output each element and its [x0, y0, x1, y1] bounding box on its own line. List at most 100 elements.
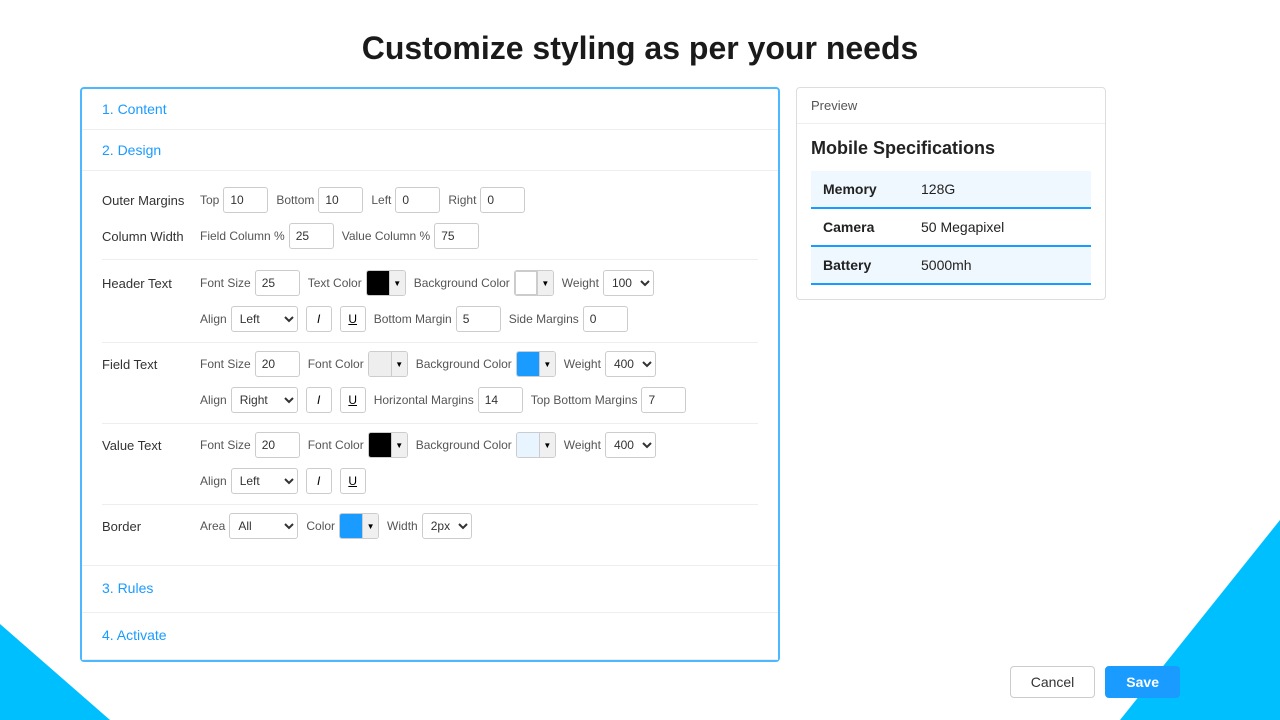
value-text-row1: Value Text Font Size Font Color ▼ Backgr… [102, 432, 758, 458]
field-weight-label: Weight [564, 357, 601, 371]
field-italic-button[interactable]: I [306, 387, 332, 413]
field-bgcolor-picker[interactable]: ▼ [516, 351, 556, 377]
field-fontcolor-swatch [369, 352, 391, 376]
section-rules[interactable]: 3. Rules [82, 566, 778, 613]
top-label: Top [200, 193, 219, 207]
value-align-select[interactable]: LeftCenterRight [231, 468, 298, 494]
header-underline-button[interactable]: U [340, 306, 366, 332]
field-col-label: Field Column % [200, 229, 285, 243]
value-bgcolor-picker[interactable]: ▼ [516, 432, 556, 458]
field-align-label: Align [200, 393, 227, 407]
header-textcolor-label: Text Color [308, 276, 362, 290]
cancel-button[interactable]: Cancel [1010, 666, 1096, 698]
header-text-row1: Header Text Font Size Text Color ▼ Backg… [102, 270, 758, 296]
header-fontsize-group: Font Size [200, 270, 300, 296]
value-col-group: Value Column % [342, 223, 480, 249]
value-italic-button[interactable]: I [306, 468, 332, 494]
value-fontsize-group: Font Size [200, 432, 300, 458]
border-area-select[interactable]: AllTopBottomLeftRight [229, 513, 298, 539]
field-bgcolor-group: Background Color ▼ [416, 351, 556, 377]
footer-buttons: Cancel Save [990, 654, 1200, 710]
border-width-group: Width 2px1px3px4px [387, 513, 472, 539]
field-col-input[interactable] [289, 223, 334, 249]
column-width-row: Column Width Field Column % Value Column… [102, 223, 758, 249]
value-align-label: Align [200, 474, 227, 488]
outer-margins-label: Outer Margins [102, 193, 192, 208]
field-text-row1: Field Text Font Size Font Color ▼ Backgr… [102, 351, 758, 377]
value-underline-button[interactable]: U [340, 468, 366, 494]
header-bgcolor-swatch [515, 271, 537, 295]
field-fontcolor-arrow[interactable]: ▼ [391, 352, 407, 376]
value-weight-select[interactable]: 400100700 [605, 432, 656, 458]
activate-label[interactable]: 4. Activate [102, 627, 167, 643]
field-underline-button[interactable]: U [340, 387, 366, 413]
preview-panel: Preview Mobile Specifications Memory128G… [796, 87, 1106, 300]
value-align-group: Align LeftCenterRight [200, 468, 298, 494]
header-fontsize-input[interactable] [255, 270, 300, 296]
value-weight-label: Weight [564, 438, 601, 452]
value-bgcolor-group: Background Color ▼ [416, 432, 556, 458]
left-label: Left [371, 193, 391, 207]
border-color-label: Color [306, 519, 335, 533]
header-sidemargins-label: Side Margins [509, 312, 579, 326]
header-sidemargins-input[interactable] [583, 306, 628, 332]
field-fontsize-label: Font Size [200, 357, 251, 371]
value-bgcolor-label: Background Color [416, 438, 512, 452]
table-value-cell: 128G [909, 171, 1091, 208]
section-content[interactable]: 1. Content [82, 89, 778, 130]
table-field-cell: Camera [811, 208, 909, 246]
save-button[interactable]: Save [1105, 666, 1180, 698]
value-col-input[interactable] [434, 223, 479, 249]
right-input[interactable] [480, 187, 525, 213]
header-weight-select[interactable]: 100200400700 [603, 270, 654, 296]
border-row: Border Area AllTopBottomLeftRight Color … [102, 513, 758, 539]
header-bottommargin-input[interactable] [456, 306, 501, 332]
header-weight-label: Weight [562, 276, 599, 290]
value-fontsize-input[interactable] [255, 432, 300, 458]
header-textcolor-arrow[interactable]: ▼ [389, 271, 405, 295]
border-color-swatch [340, 514, 362, 538]
field-text-label: Field Text [102, 357, 192, 372]
table-field-cell: Memory [811, 171, 909, 208]
field-bgcolor-arrow[interactable]: ▼ [539, 352, 555, 376]
field-bgcolor-label: Background Color [416, 357, 512, 371]
bottom-input[interactable] [318, 187, 363, 213]
field-fontcolor-picker[interactable]: ▼ [368, 351, 408, 377]
value-text-row2: Align LeftCenterRight I U [102, 468, 758, 494]
border-width-select[interactable]: 2px1px3px4px [422, 513, 472, 539]
field-tbmargins-input[interactable] [641, 387, 686, 413]
border-color-picker[interactable]: ▼ [339, 513, 379, 539]
preview-table: Memory128GCamera50 MegapixelBattery5000m… [811, 171, 1091, 285]
value-fontcolor-arrow[interactable]: ▼ [391, 433, 407, 457]
table-row: Battery5000mh [811, 246, 1091, 284]
field-text-row2: Align RightLeftCenter I U Horizontal Mar… [102, 387, 758, 413]
section-activate[interactable]: 4. Activate [82, 613, 778, 660]
field-hmargins-input[interactable] [478, 387, 523, 413]
field-weight-select[interactable]: 400100700 [605, 351, 656, 377]
header-bgcolor-picker[interactable]: ▼ [514, 270, 554, 296]
border-color-arrow[interactable]: ▼ [362, 514, 378, 538]
value-weight-group: Weight 400100700 [564, 432, 656, 458]
header-bottommargin-group: Bottom Margin [374, 306, 501, 332]
field-hmargins-group: Horizontal Margins [374, 387, 523, 413]
header-bgcolor-arrow[interactable]: ▼ [537, 271, 553, 295]
value-fontcolor-group: Font Color ▼ [308, 432, 408, 458]
header-text-label: Header Text [102, 276, 192, 291]
value-fontsize-label: Font Size [200, 438, 251, 452]
design-section: Outer Margins Top Bottom Left Right [82, 171, 778, 566]
top-input[interactable] [223, 187, 268, 213]
field-tbmargins-group: Top Bottom Margins [531, 387, 687, 413]
header-textcolor-picker[interactable]: ▼ [366, 270, 406, 296]
outer-margins-row: Outer Margins Top Bottom Left Right [102, 187, 758, 213]
field-fontsize-input[interactable] [255, 351, 300, 377]
header-align-select[interactable]: LeftCenterRight [231, 306, 298, 332]
header-italic-button[interactable]: I [306, 306, 332, 332]
left-input[interactable] [395, 187, 440, 213]
rules-label[interactable]: 3. Rules [102, 580, 153, 596]
value-bgcolor-arrow[interactable]: ▼ [539, 433, 555, 457]
section-design-header[interactable]: 2. Design [82, 130, 778, 171]
margins-left-group: Left [371, 187, 440, 213]
value-fontcolor-picker[interactable]: ▼ [368, 432, 408, 458]
field-align-group: Align RightLeftCenter [200, 387, 298, 413]
field-align-select[interactable]: RightLeftCenter [231, 387, 298, 413]
